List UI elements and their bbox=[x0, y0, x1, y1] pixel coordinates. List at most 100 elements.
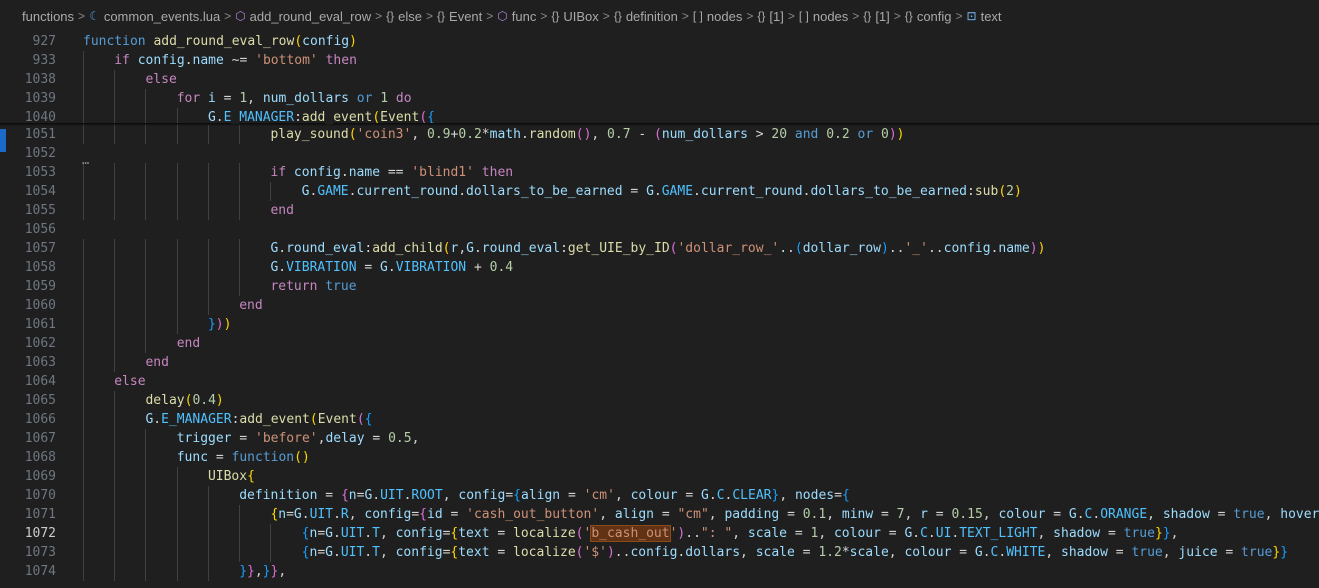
code-token: G bbox=[325, 545, 333, 560]
indent-guide bbox=[114, 391, 116, 410]
code-token: then bbox=[473, 165, 514, 180]
indent-guide bbox=[176, 258, 178, 277]
code-token: . bbox=[693, 184, 701, 199]
code-token: , bbox=[458, 241, 467, 256]
breadcrumb-label: common_events.lua bbox=[103, 8, 221, 24]
code-line[interactable]: 1064 else bbox=[0, 372, 1319, 391]
code-line[interactable]: 1055 end bbox=[0, 201, 1319, 220]
code-line[interactable]: 933 if config.name ~= 'bottom' then bbox=[0, 51, 1319, 70]
code-token: ) bbox=[215, 393, 224, 408]
code-line[interactable]: 1068 func = function() bbox=[0, 448, 1319, 467]
code-line[interactable]: 1072 {n=G.UIT.T, config={text = localize(… bbox=[0, 524, 1319, 543]
code-line[interactable]: 1073 {n=G.UIT.T, config={text = localize(… bbox=[0, 543, 1319, 562]
code-token: ( bbox=[794, 241, 803, 256]
code-line[interactable]: 1063 end bbox=[0, 353, 1319, 372]
breadcrumb-item[interactable]: [ ] nodes bbox=[693, 9, 742, 24]
code-line[interactable]: 1062 end bbox=[0, 334, 1319, 353]
code-token: G bbox=[701, 488, 709, 503]
code-line[interactable]: 1059 return true bbox=[0, 277, 1319, 296]
indent-guide bbox=[114, 429, 116, 448]
code-line[interactable]: 1056 bbox=[0, 220, 1319, 239]
code-token: 0.15 bbox=[951, 507, 983, 522]
code-line[interactable]: 1053 if config.name == 'blind1' then bbox=[0, 163, 1319, 182]
breadcrumb-item[interactable]: {} config bbox=[905, 9, 952, 24]
code-line[interactable]: 1066 G.E_MANAGER:add_event(Event({ bbox=[0, 410, 1319, 429]
code-token: scale bbox=[747, 526, 788, 541]
code-line[interactable]: 1039 for i = 1, num_dollars or 1 do bbox=[0, 89, 1319, 108]
code-token: function bbox=[231, 450, 295, 465]
breadcrumb-item[interactable]: ☾ common_events.lua bbox=[89, 9, 220, 24]
code-line[interactable]: 1052 bbox=[0, 144, 1319, 163]
code-token: true bbox=[325, 279, 357, 294]
code-token: G bbox=[466, 241, 474, 256]
line-number: 1067 bbox=[24, 431, 56, 446]
indent-guide bbox=[114, 201, 116, 220]
indent-guide bbox=[207, 562, 209, 581]
breadcrumb-item[interactable]: [ ] nodes bbox=[799, 9, 848, 24]
code-token: = bbox=[779, 507, 803, 522]
code-token: VIBRATION bbox=[395, 260, 467, 275]
code-token: = bbox=[951, 545, 975, 560]
code-token: scale bbox=[755, 545, 795, 560]
folded-region-icon[interactable]: … bbox=[82, 153, 89, 167]
lua-file-icon: ☾ bbox=[89, 9, 100, 23]
code-token: , bbox=[591, 127, 608, 142]
code-line[interactable]: 1060 end bbox=[0, 296, 1319, 315]
code-token: 1 bbox=[380, 91, 389, 106]
code-token: . bbox=[333, 507, 341, 522]
brackets-icon: [ ] bbox=[798, 9, 809, 23]
code-token: name bbox=[348, 165, 381, 180]
line-number: 1065 bbox=[24, 393, 56, 408]
breadcrumb-item[interactable]: {} else bbox=[386, 9, 422, 24]
code-token: . bbox=[278, 260, 287, 275]
code-editor[interactable]: 1051 play_sound('coin3', 0.9+0.2*math.ran… bbox=[0, 32, 1319, 588]
code-line[interactable]: 1051 play_sound('coin3', 0.9+0.2*math.ran… bbox=[0, 125, 1319, 144]
code-line[interactable]: 1065 delay(0.4) bbox=[0, 391, 1319, 410]
code-text: definition = {n=G.UIT.ROOT, config={alig… bbox=[239, 486, 850, 505]
breadcrumb-item[interactable]: {} definition bbox=[614, 9, 678, 24]
breadcrumb-item[interactable]: {} [1] bbox=[757, 9, 783, 24]
code-token: 0.1 bbox=[802, 507, 827, 522]
code-token: Event bbox=[317, 412, 357, 427]
code-token: G bbox=[293, 507, 302, 522]
code-line[interactable]: 1038 else bbox=[0, 70, 1319, 89]
breadcrumb-item[interactable]: {} Event bbox=[437, 9, 482, 24]
code-token: , bbox=[1045, 545, 1061, 560]
breadcrumb-item[interactable]: ⬡ add_round_eval_row bbox=[235, 9, 371, 24]
code-token: , bbox=[1147, 507, 1163, 522]
code-token: then bbox=[317, 53, 357, 68]
code-line[interactable]: 1061})) bbox=[0, 315, 1319, 334]
code-token: ) bbox=[888, 127, 897, 142]
code-line[interactable]: 1071 {n=G.UIT.R, config={id = 'cash_out_b… bbox=[0, 505, 1319, 524]
code-line[interactable]: 1070 definition = {n=G.UIT.ROOT, config={… bbox=[0, 486, 1319, 505]
code-token: : bbox=[560, 241, 568, 256]
code-line[interactable]: 1067 trigger = 'before',delay = 0.5, bbox=[0, 429, 1319, 448]
breadcrumb-item[interactable]: {} [1] bbox=[863, 9, 889, 24]
code-token: 0.5 bbox=[388, 431, 412, 446]
breadcrumb-item[interactable]: ⬡ func bbox=[497, 9, 536, 24]
code-line[interactable]: 1069 UIBox{ bbox=[0, 467, 1319, 486]
code-token: round_eval bbox=[481, 241, 561, 256]
breadcrumb-item[interactable]: {} UIBox bbox=[551, 9, 598, 24]
code-token: ( bbox=[294, 450, 302, 465]
indent-guide bbox=[83, 486, 84, 505]
code-token: align bbox=[614, 507, 654, 522]
code-token: , bbox=[247, 91, 263, 106]
code-line[interactable]: 927 function add_round_eval_row(config) bbox=[0, 32, 1319, 51]
code-token: 2 bbox=[1006, 184, 1014, 199]
code-line[interactable]: 1054 G.GAME.current_round.dollars_to_be_e… bbox=[0, 182, 1319, 201]
breadcrumb-item[interactable]: ⊡ text bbox=[967, 9, 1002, 24]
code-token: , bbox=[779, 488, 795, 503]
line-number: 1062 bbox=[24, 336, 56, 351]
indent-guide bbox=[114, 182, 116, 201]
indent-guide bbox=[207, 296, 209, 315]
indent-guide bbox=[176, 505, 178, 524]
line-number: 933 bbox=[32, 53, 56, 68]
code-token: or bbox=[849, 127, 882, 142]
code-line[interactable]: 1074}},}}, bbox=[0, 562, 1319, 581]
code-line[interactable]: 1058 G.VIBRATION = G.VIBRATION + 0.4 bbox=[0, 258, 1319, 277]
code-line[interactable]: 1057 G.round_eval:add_child(r,G.round_eva… bbox=[0, 239, 1319, 258]
breadcrumb-item[interactable]: functions bbox=[22, 9, 74, 24]
indent-guide bbox=[114, 239, 116, 258]
code-text: G.VIBRATION = G.VIBRATION + 0.4 bbox=[270, 258, 513, 277]
